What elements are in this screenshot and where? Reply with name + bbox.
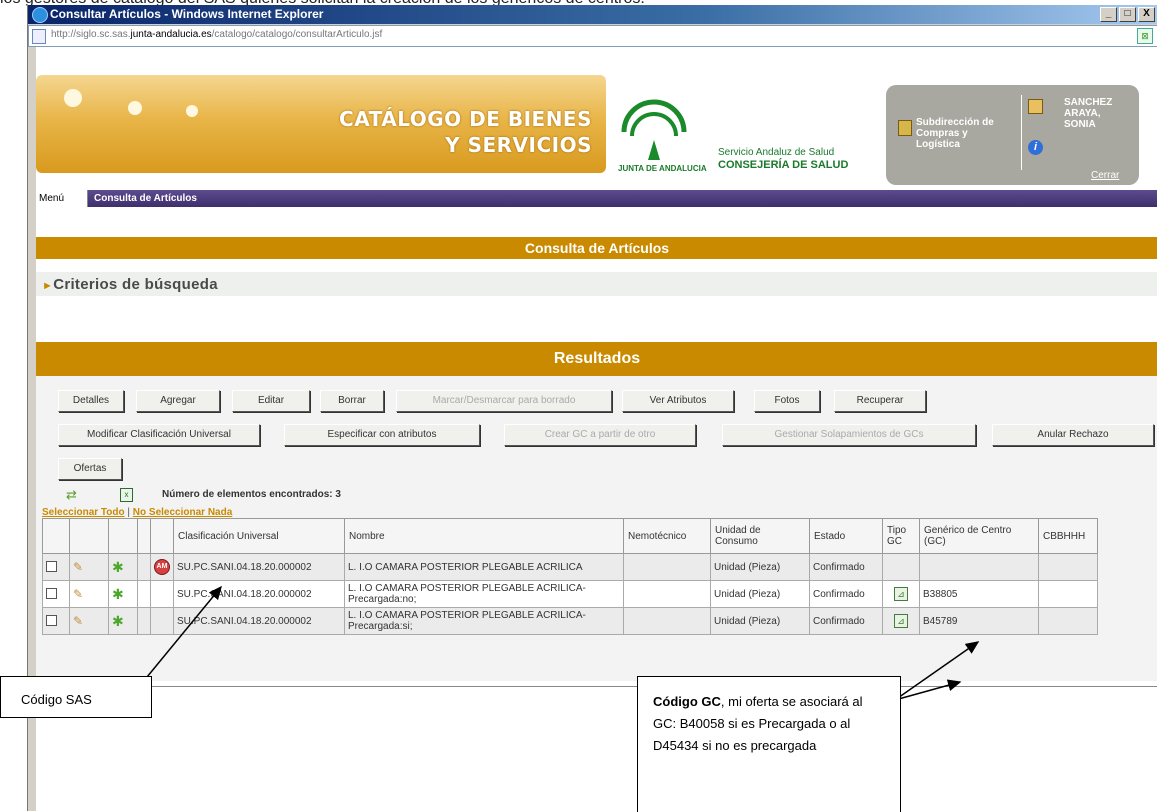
- gc-arrow-1: [894, 641, 980, 701]
- gc-callout: Código GC, mi oferta se asociará al GC: …: [637, 676, 901, 812]
- sas-arrow: [146, 585, 222, 678]
- sas-callout-text: Código SAS: [21, 692, 92, 707]
- gc-callout-text: Código GC, mi oferta se asociará al GC: …: [653, 694, 863, 753]
- gc-arrow-2: [894, 679, 962, 701]
- annotation-arrows: [146, 585, 980, 701]
- sas-callout: Código SAS: [0, 676, 152, 718]
